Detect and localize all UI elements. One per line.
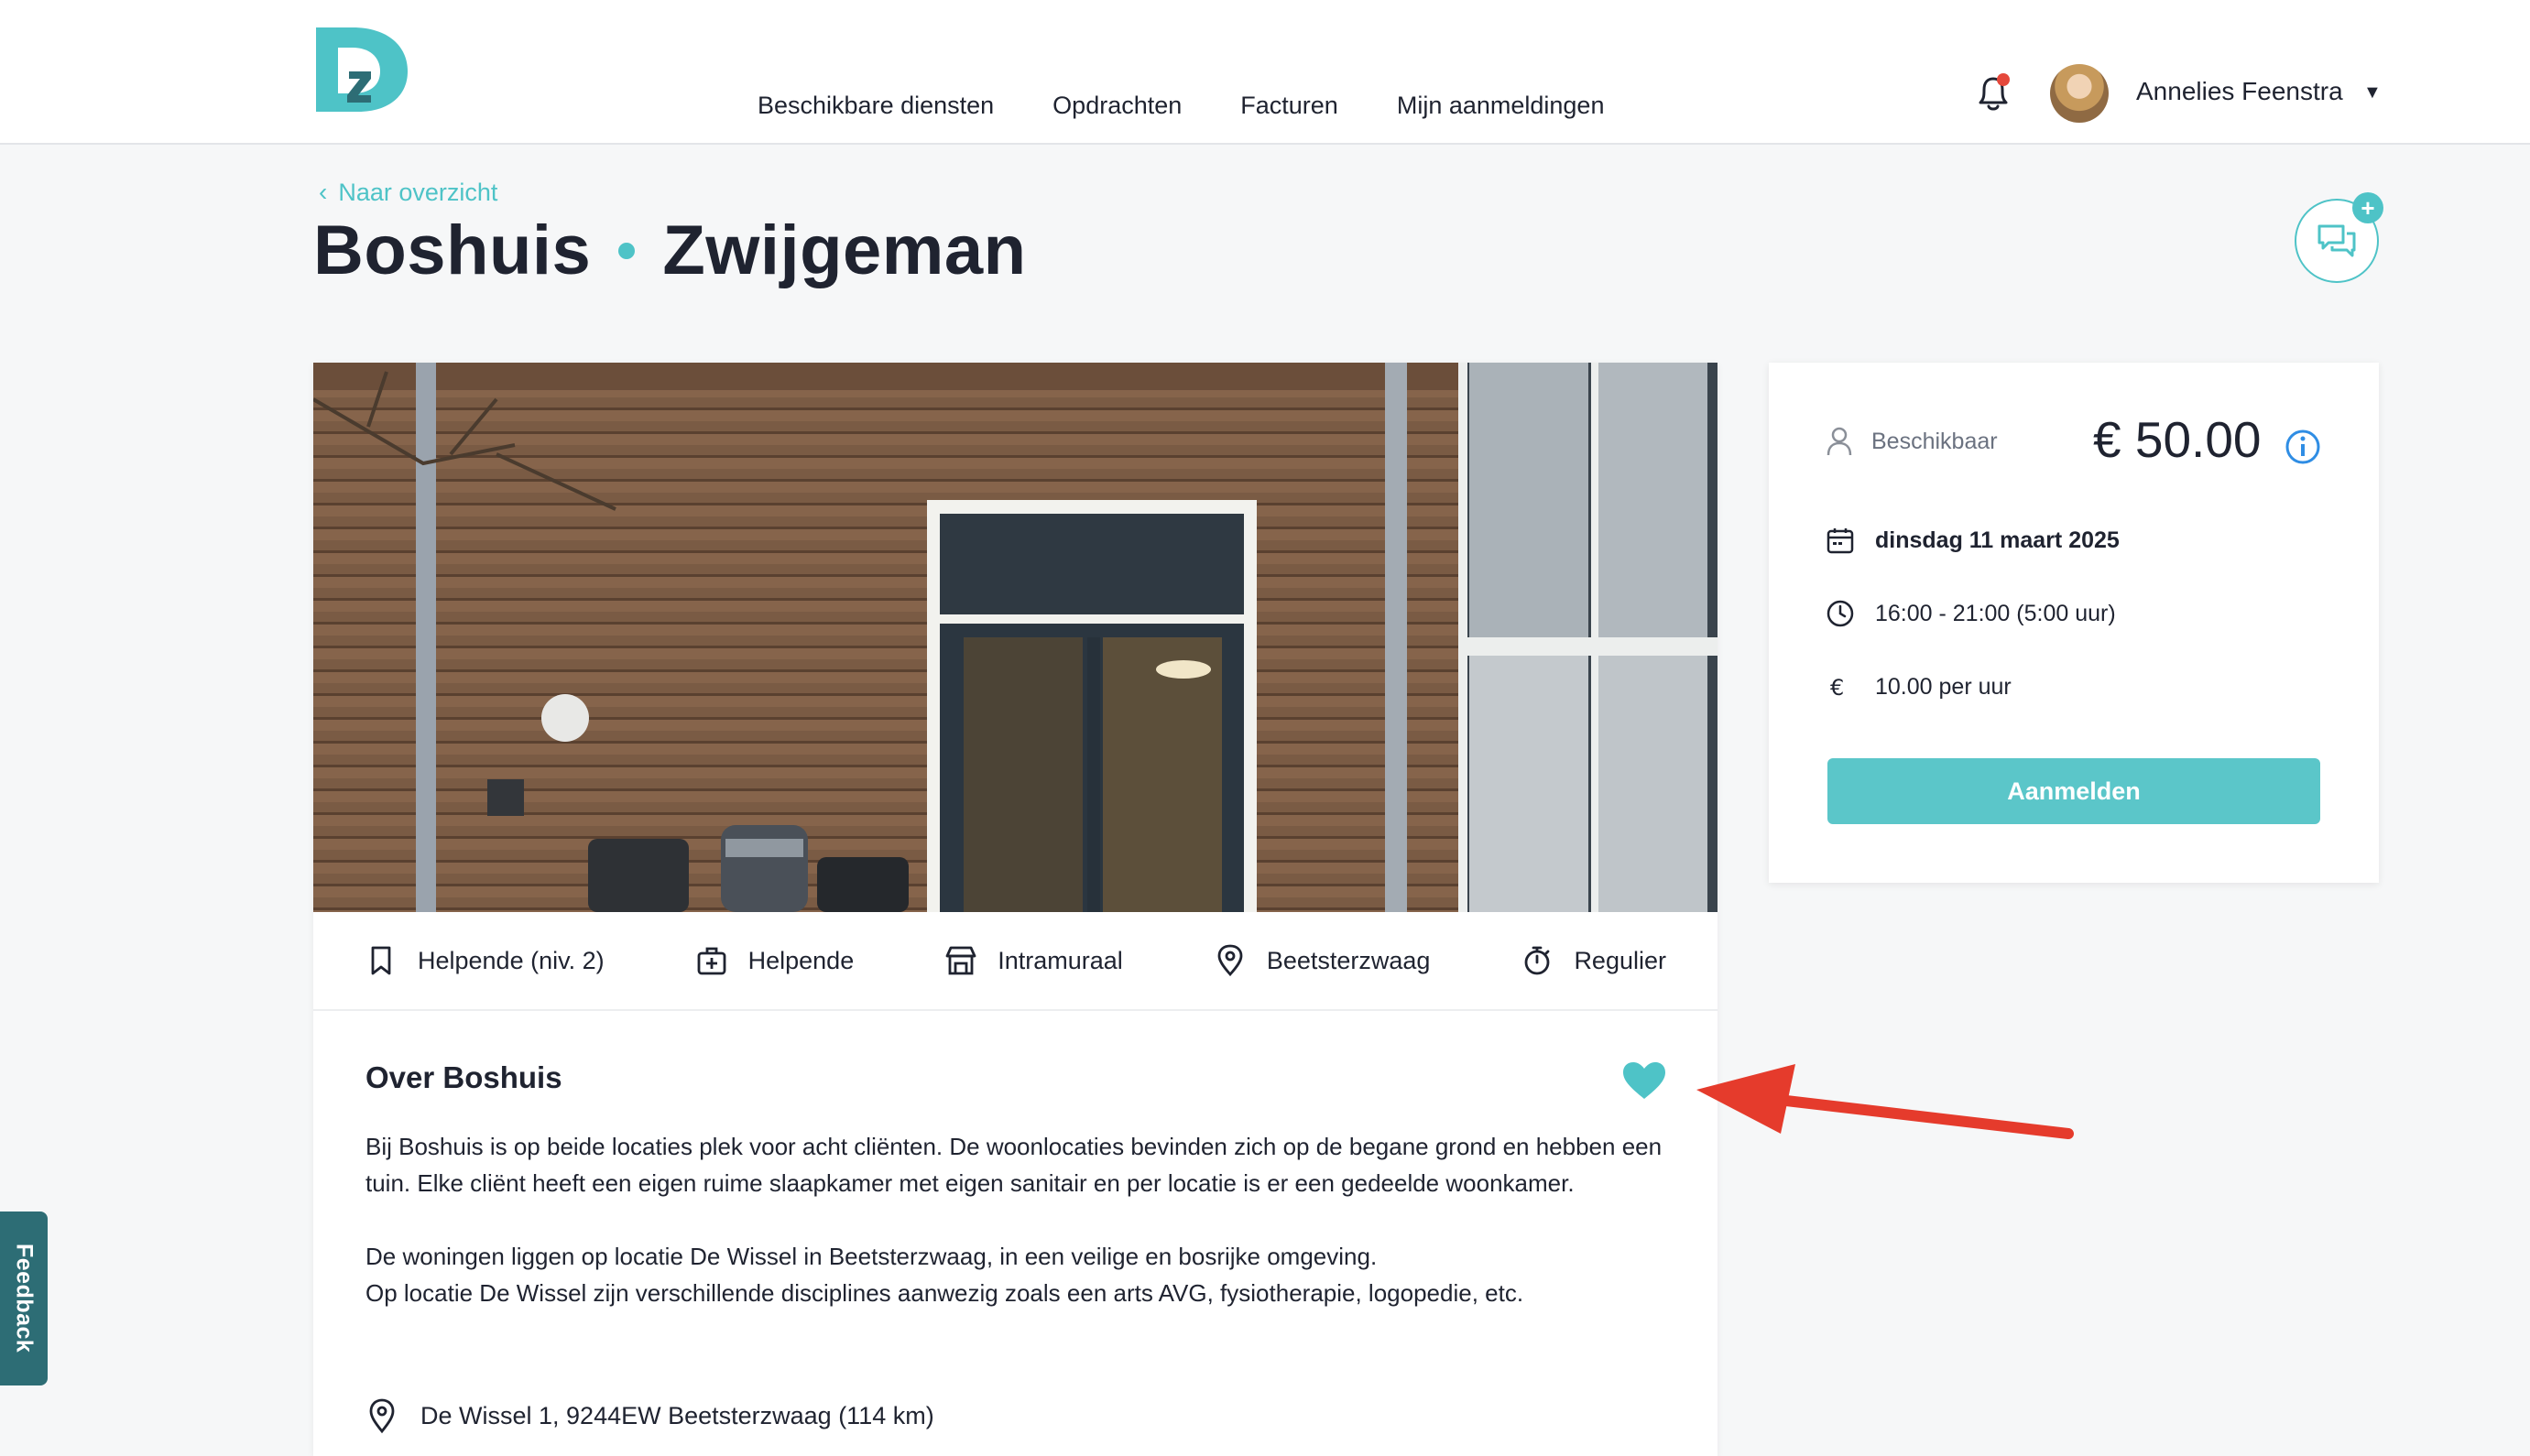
shift-summary-card: Beschikbaar € 50.00 dinsdag 11 maart 202… xyxy=(1769,363,2379,883)
availability-status: Beschikbaar xyxy=(1826,427,1998,456)
tag-label: Regulier xyxy=(1574,946,1666,974)
address: De Wissel 1, 9244EW Beetsterzwaag (114 k… xyxy=(365,1397,934,1434)
location-pin-icon xyxy=(369,1398,395,1434)
about-paragraph: Bij Boshuis is op beide locaties plek vo… xyxy=(365,1133,1663,1197)
avatar[interactable] xyxy=(2050,64,2109,123)
about-description: Bij Boshuis is op beide locaties plek vo… xyxy=(365,1128,1675,1311)
tag-label: Beetsterzwaag xyxy=(1266,946,1431,974)
annotation-arrow xyxy=(1696,1064,2074,1139)
bookmark-icon xyxy=(371,946,391,975)
about-paragraph: Op locatie De Wissel zijn verschillende … xyxy=(365,1279,1524,1307)
back-link-label: Naar overzicht xyxy=(338,178,498,206)
tag-label: Intramuraal xyxy=(998,946,1123,974)
bell-icon[interactable] xyxy=(1973,71,2013,115)
shift-date-row: dinsdag 11 maart 2025 xyxy=(1826,526,2120,555)
stopwatch-icon xyxy=(1525,946,1550,975)
shift-time-row: 16:00 - 21:00 (5:00 uur) xyxy=(1826,599,2116,628)
nav-facturen[interactable]: Facturen xyxy=(1240,92,1338,120)
user-icon xyxy=(1827,427,1852,456)
status-label: Beschikbaar xyxy=(1871,428,1998,454)
favorite-heart-icon[interactable] xyxy=(1621,1060,1667,1101)
feedback-label: Feedback xyxy=(11,1244,38,1353)
back-link[interactable]: ‹ Naar overzicht xyxy=(319,178,497,207)
calendar-icon xyxy=(1827,528,1854,554)
title-separator-dot xyxy=(618,242,636,259)
tag-shift-type: Regulier xyxy=(1521,944,1666,977)
shift-tags: Helpende (niv. 2) Helpende Intramuraal B… xyxy=(313,912,1718,1011)
title-client: Zwijgeman xyxy=(662,212,1027,289)
tag-label: Helpende xyxy=(747,946,855,974)
shift-rate-row: € 10.00 per uur xyxy=(1826,672,2012,701)
about-title: Over Boshuis xyxy=(365,1060,562,1094)
nav-opdrachten[interactable]: Opdrachten xyxy=(1052,92,1182,120)
shift-time: 16:00 - 21:00 (5:00 uur) xyxy=(1875,600,2116,626)
title-location: Boshuis xyxy=(313,212,592,289)
location-photo xyxy=(313,363,1718,912)
tag-location: Beetsterzwaag xyxy=(1214,944,1431,977)
main-nav: Beschikbare diensten Opdrachten Facturen… xyxy=(758,92,1604,120)
apply-button[interactable]: Aanmelden xyxy=(1827,758,2320,824)
about-paragraph: De woningen liggen op locatie De Wissel … xyxy=(365,1243,1378,1270)
euro-icon: € xyxy=(1830,675,1844,701)
new-chat-plus-icon[interactable]: + xyxy=(2352,192,2383,223)
app-logo[interactable] xyxy=(316,27,408,112)
shift-rate: 10.00 per uur xyxy=(1875,673,2012,700)
feedback-tab[interactable]: Feedback xyxy=(0,1212,48,1385)
page-title: Boshuis Zwijgeman xyxy=(313,211,1027,290)
top-header: Beschikbare diensten Opdrachten Facturen… xyxy=(0,0,2530,145)
nav-mijn-aanmeldingen[interactable]: Mijn aanmeldingen xyxy=(1397,92,1605,120)
tag-care-type: Intramuraal xyxy=(944,944,1123,977)
chat-icon xyxy=(2317,224,2356,257)
svg-text:€: € xyxy=(1830,675,1844,701)
building-icon xyxy=(945,946,976,975)
tag-function-level: Helpende (niv. 2) xyxy=(365,944,605,977)
tag-function: Helpende xyxy=(695,944,855,977)
chevron-left-icon: ‹ xyxy=(319,178,328,206)
shift-detail-card: Helpende (niv. 2) Helpende Intramuraal B… xyxy=(313,363,1718,1456)
medical-bag-icon xyxy=(697,947,726,975)
info-icon[interactable] xyxy=(2285,429,2321,465)
location-pin-icon xyxy=(1217,944,1243,977)
shift-price: € 50.00 xyxy=(2093,411,2262,468)
tag-label: Helpende (niv. 2) xyxy=(418,946,605,974)
clock-icon xyxy=(1827,600,1854,627)
nav-beschikbare-diensten[interactable]: Beschikbare diensten xyxy=(758,92,994,120)
address-text: De Wissel 1, 9244EW Beetsterzwaag (114 k… xyxy=(420,1401,934,1429)
user-name[interactable]: Annelies Feenstra xyxy=(2136,77,2343,106)
chevron-down-icon[interactable]: ▼ xyxy=(2363,82,2382,103)
shift-date: dinsdag 11 maart 2025 xyxy=(1875,527,2120,553)
notification-dot xyxy=(1997,73,2010,86)
